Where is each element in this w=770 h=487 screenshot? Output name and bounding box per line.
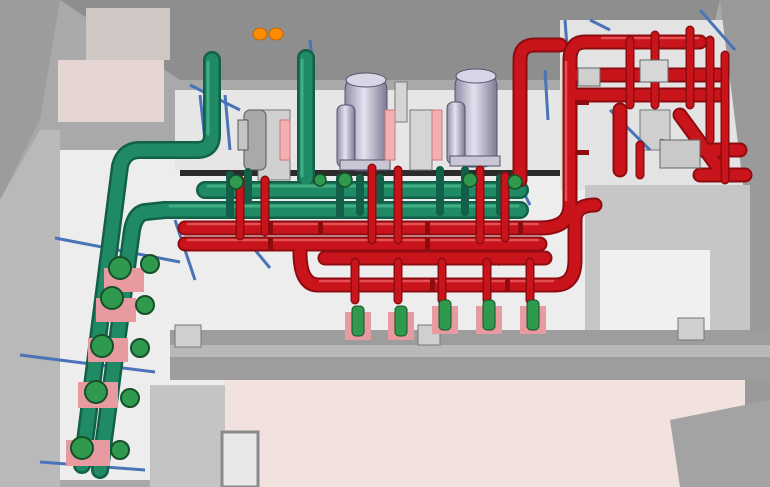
pillar-3 — [677, 317, 705, 341]
chiller-2 — [446, 68, 501, 168]
stair-block — [86, 8, 170, 60]
upper-left-room — [58, 60, 164, 122]
bottom-left-room — [150, 385, 225, 487]
chiller-1 — [336, 72, 391, 172]
pillar-1 — [174, 324, 202, 348]
mechanical-room-3d-view — [0, 0, 770, 487]
panel-2 — [394, 81, 408, 123]
pump-left-3 — [88, 334, 150, 362]
panel-1 — [409, 109, 433, 171]
doorway — [220, 430, 260, 487]
bottom-room-floor — [225, 380, 745, 487]
front-wall-face — [170, 345, 770, 357]
